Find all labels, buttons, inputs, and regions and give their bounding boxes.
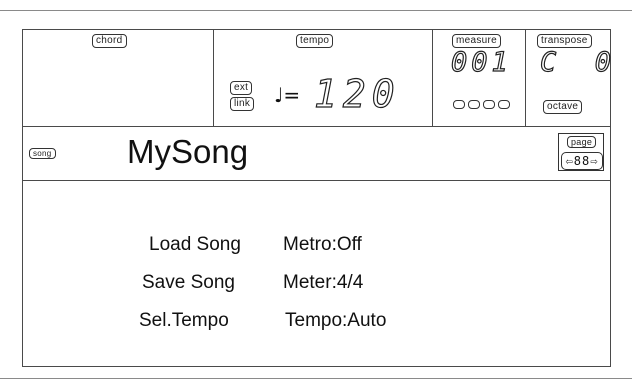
ext-indicator: ext [230, 81, 253, 95]
song-mode-label: song [29, 148, 56, 159]
page-label: page [567, 136, 597, 148]
page-control: page ⇦88⇨ [558, 133, 604, 171]
tempo-area[interactable]: tempo ext link ♩= 120 [214, 30, 433, 126]
measure-label: measure [452, 34, 502, 48]
measure-value: 001 [450, 47, 512, 78]
song-row: song MySong page ⇦88⇨ [23, 127, 610, 181]
song-menu: Load Song Save Song Sel.Tempo Metro:Off … [23, 181, 610, 366]
beat-dot [453, 100, 465, 109]
transpose-area[interactable]: transpose C 0 octave [526, 30, 614, 126]
beat-dot [468, 100, 480, 109]
octave-label: octave [543, 100, 583, 114]
status-row: chord tempo ext link ♩= 120 measure 001 … [23, 30, 614, 127]
link-indicator: link [230, 97, 255, 111]
metro-item[interactable]: Metro:Off [283, 234, 362, 256]
transpose-value: C 0 [539, 47, 614, 78]
top-rule [0, 10, 632, 11]
transpose-label: transpose [537, 34, 592, 48]
lcd-display: chord tempo ext link ♩= 120 measure 001 … [22, 29, 614, 367]
bottom-rule [0, 378, 632, 379]
tempo-value: 120 [313, 72, 401, 116]
beat-dot [498, 100, 510, 109]
beat-dot [483, 100, 495, 109]
sel-tempo-item[interactable]: Sel.Tempo [139, 310, 229, 332]
tempo-label: tempo [296, 34, 334, 48]
load-song-item[interactable]: Load Song [149, 234, 241, 256]
beat-indicator [453, 100, 510, 109]
meter-item[interactable]: Meter:4/4 [283, 272, 363, 294]
measure-area: measure 001 [433, 30, 526, 126]
chord-area[interactable]: chord [23, 30, 214, 126]
quarter-note-icon: ♩= [274, 83, 301, 107]
song-title: MySong [127, 133, 249, 170]
save-song-item[interactable]: Save Song [142, 272, 235, 294]
chord-label: chord [92, 34, 127, 48]
page-nav-arrows[interactable]: ⇦88⇨ [561, 152, 603, 170]
tempo-mode-item[interactable]: Tempo:Auto [285, 310, 386, 332]
